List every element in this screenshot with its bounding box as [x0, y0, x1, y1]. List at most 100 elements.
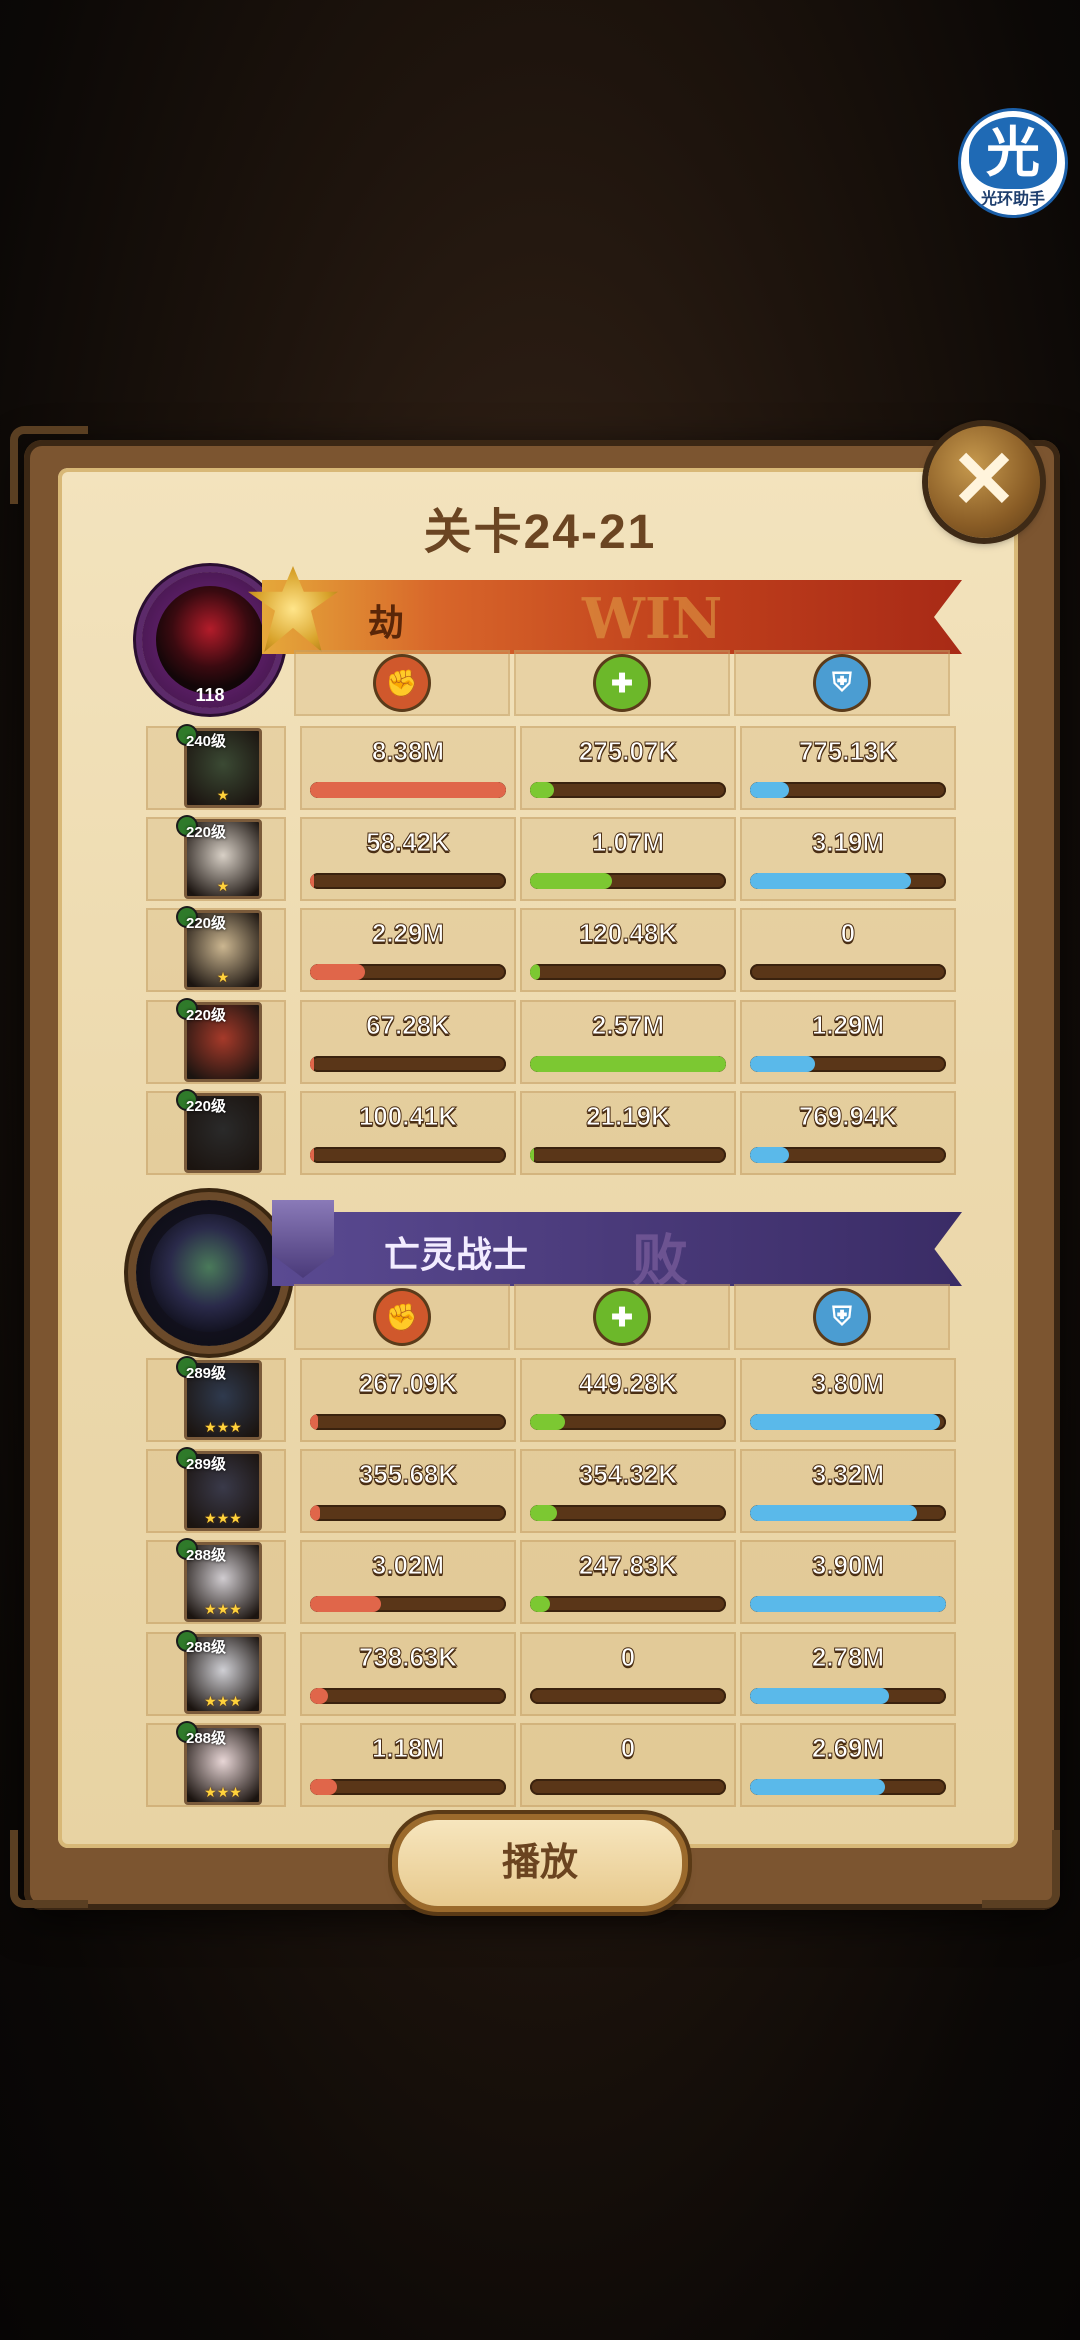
damage-bar — [310, 782, 506, 798]
heal-icon: ✚ — [596, 657, 648, 709]
heal-stat-cell: 1.07M — [520, 817, 736, 901]
damage-bar-fill — [310, 1147, 314, 1163]
hero-stars: ★★★ — [204, 1601, 242, 1617]
heal-value: 247.83K — [578, 1550, 678, 1581]
stage-title: 关卡24-21 — [423, 506, 657, 559]
hero-stat-row: 240级 ★ 8.38M 275.07K 775.13K — [142, 724, 956, 812]
shield-value: 3.80M — [811, 1368, 885, 1399]
damage-bar — [310, 1779, 506, 1795]
shield-value: 769.94K — [798, 1101, 898, 1132]
hero-level: 288级 — [186, 1547, 227, 1564]
hero-stars: ★ — [216, 787, 230, 803]
team-avatar-loser — [136, 1200, 282, 1346]
damage-bar-fill — [310, 964, 365, 980]
hero-stars: ★ — [216, 878, 230, 894]
shield-stat-cell: 2.69M — [740, 1723, 956, 1807]
heal-bar-fill — [530, 1505, 558, 1521]
damage-bar — [310, 1056, 506, 1072]
watermark-glyph: 光 — [969, 117, 1057, 189]
heal-value: 354.32K — [578, 1459, 678, 1490]
shield-stat-cell: 0 — [740, 908, 956, 992]
team-name: 劫 — [368, 602, 405, 643]
heal-value: 0 — [620, 1642, 636, 1673]
hero-stars: ★ — [216, 969, 230, 985]
hero-stat-row: 288级 ★★★ 738.63K 0 2.78M — [142, 1630, 956, 1718]
hero-cell: 220级 — [146, 1000, 286, 1084]
hero-stat-row: 289级 ★★★ 355.68K 354.32K 3.32M — [142, 1447, 956, 1535]
shield-value: 2.69M — [811, 1733, 885, 1764]
helmet-portrait-icon — [156, 586, 264, 694]
shield-stat-cell: 769.94K — [740, 1091, 956, 1175]
shield-bar-fill — [750, 1147, 790, 1163]
hero-cell: 289级 ★★★ — [146, 1358, 286, 1442]
shield-bar — [750, 1779, 946, 1795]
shield-value: 0 — [840, 918, 856, 949]
heal-bar — [530, 1505, 726, 1521]
shield-value: 3.19M — [811, 827, 885, 858]
heal-stat-cell: 0 — [520, 1632, 736, 1716]
hero-stat-row: 288级 ★★★ 3.02M 247.83K 3.90M — [142, 1538, 956, 1626]
heal-value: 1.07M — [591, 827, 665, 858]
damage-stat-cell: 355.68K — [300, 1449, 516, 1533]
heal-bar — [530, 1779, 726, 1795]
hero-stat-row: 289级 ★★★ 267.09K 449.28K 3.80M — [142, 1356, 956, 1444]
damage-bar-fill — [310, 1779, 338, 1795]
damage-stat-cell: 58.42K — [300, 817, 516, 901]
damage-value: 67.28K — [366, 1010, 451, 1041]
damage-bar — [310, 1414, 506, 1430]
hero-cell: 220级 — [146, 1091, 286, 1175]
heal-bar-fill — [530, 1596, 550, 1612]
damage-value: 2.29M — [371, 918, 445, 949]
shield-stat-cell: 3.90M — [740, 1540, 956, 1624]
heal-bar-fill — [530, 1147, 534, 1163]
damage-stat-cell: 267.09K — [300, 1358, 516, 1442]
damage-icon: ✊ — [376, 1291, 428, 1343]
heal-stat-cell: 275.07K — [520, 726, 736, 810]
heal-bar — [530, 1414, 726, 1430]
hero-cell: 288级 ★★★ — [146, 1540, 286, 1624]
damage-stat-cell: 67.28K — [300, 1000, 516, 1084]
heal-bar — [530, 1688, 726, 1704]
damage-bar — [310, 1505, 506, 1521]
result-text: WIN — [582, 586, 723, 652]
shield-icon: ⛨ — [816, 657, 868, 709]
shield-bar — [750, 1056, 946, 1072]
heal-column-header: ✚ — [514, 1284, 730, 1350]
shield-stat-cell: 3.19M — [740, 817, 956, 901]
damage-bar — [310, 1147, 506, 1163]
heal-stat-cell: 0 — [520, 1723, 736, 1807]
heal-stat-cell: 449.28K — [520, 1358, 736, 1442]
shield-stat-cell: 775.13K — [740, 726, 956, 810]
stat-header-row: ✊ ✚ ⛨ — [292, 650, 952, 716]
hero-stat-row: 220级 67.28K 2.57M 1.29M — [142, 998, 956, 1086]
shield-bar — [750, 964, 946, 980]
shield-bar-fill — [750, 1505, 917, 1521]
team-banner-loser: 亡灵战士 败 — [272, 1212, 962, 1286]
heal-bar — [530, 1596, 726, 1612]
damage-stat-cell: 100.41K — [300, 1091, 516, 1175]
shield-bar — [750, 873, 946, 889]
heal-column-header: ✚ — [514, 650, 730, 716]
app-watermark-logo: 光 光环助手 — [958, 108, 1068, 218]
hero-cell: 220级 ★ — [146, 817, 286, 901]
damage-bar-fill — [310, 1596, 381, 1612]
shield-stat-cell: 2.78M — [740, 1632, 956, 1716]
damage-value: 267.09K — [358, 1368, 458, 1399]
heal-bar — [530, 1056, 726, 1072]
damage-stat-cell: 3.02M — [300, 1540, 516, 1624]
heal-bar-fill — [530, 782, 554, 798]
shield-value: 3.90M — [811, 1550, 885, 1581]
damage-stat-cell: 738.63K — [300, 1632, 516, 1716]
watermark-label: 光环助手 — [980, 191, 1045, 208]
damage-bar-fill — [310, 873, 314, 889]
heal-value: 275.07K — [578, 736, 678, 767]
hero-level: 289级 — [186, 1365, 227, 1382]
play-replay-button[interactable]: 播放 — [398, 1820, 682, 1906]
hero-stars: ★★★ — [204, 1784, 242, 1800]
hero-level: 220级 — [186, 915, 227, 932]
shield-column-header: ⛨ — [734, 650, 950, 716]
undead-warrior-portrait-icon — [150, 1214, 268, 1332]
damage-stat-cell: 1.18M — [300, 1723, 516, 1807]
hero-cell: 288级 ★★★ — [146, 1723, 286, 1807]
damage-value: 1.18M — [371, 1733, 445, 1764]
